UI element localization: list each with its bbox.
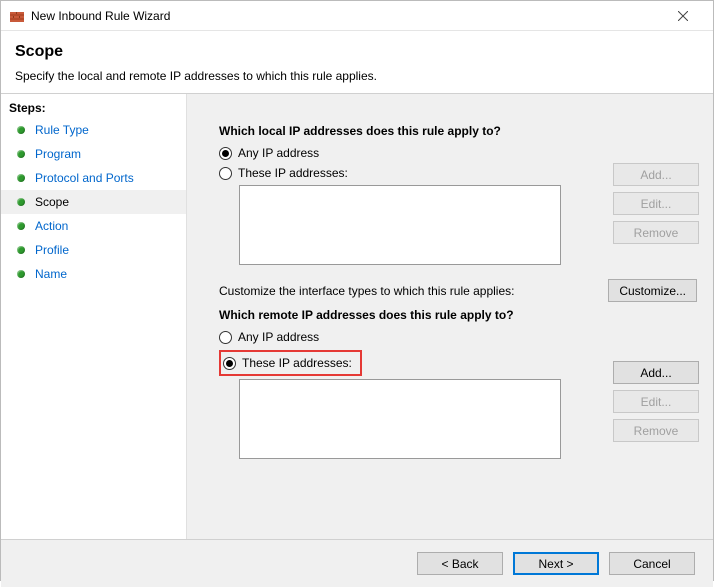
local-edit-button: Edit... [613,192,699,215]
remote-these-radio[interactable]: These IP addresses: [223,354,352,372]
step-profile[interactable]: Profile [1,238,186,262]
radio-label: These IP addresses: [242,356,352,370]
step-rule-type[interactable]: Rule Type [1,118,186,142]
step-name[interactable]: Name [1,262,186,286]
step-label: Profile [35,243,69,257]
remote-ip-list[interactable] [239,379,561,459]
customize-button[interactable]: Customize... [608,279,697,302]
bullet-icon [17,174,25,182]
remote-list-buttons: Add... Edit... Remove [613,361,699,442]
remote-add-button[interactable]: Add... [613,361,699,384]
step-label: Program [35,147,81,161]
back-button[interactable]: < Back [417,552,503,575]
wizard-footer: < Back Next > Cancel [1,539,713,587]
bullet-icon [17,150,25,158]
remote-any-radio[interactable]: Any IP address [219,328,699,346]
step-program[interactable]: Program [1,142,186,166]
steps-heading: Steps: [1,98,186,118]
local-ip-list[interactable] [239,185,561,265]
radio-icon [219,167,232,180]
bullet-icon [17,270,25,278]
bullet-icon [17,246,25,254]
page-title: Scope [15,43,699,61]
step-label: Name [35,267,67,281]
remote-remove-button: Remove [613,419,699,442]
step-scope[interactable]: Scope [1,190,186,214]
firewall-icon [9,8,25,24]
cancel-button[interactable]: Cancel [609,552,695,575]
close-icon [678,11,688,21]
remote-section-title: Which remote IP addresses does this rule… [219,308,699,322]
local-section-title: Which local IP addresses does this rule … [219,124,699,138]
window-title: New Inbound Rule Wizard [31,9,661,23]
page-subtitle: Specify the local and remote IP addresse… [15,69,699,83]
steps-sidebar: Steps: Rule Type Program Protocol and Po… [1,94,187,539]
step-label: Action [35,219,68,233]
wizard-header: Scope Specify the local and remote IP ad… [1,31,713,94]
step-protocol-ports[interactable]: Protocol and Ports [1,166,186,190]
bullet-icon [17,198,25,206]
main-panel: Which local IP addresses does this rule … [187,94,713,539]
bullet-icon [17,222,25,230]
customize-row: Customize the interface types to which t… [219,279,699,302]
local-any-radio[interactable]: Any IP address [219,144,699,162]
step-label: Protocol and Ports [35,171,134,185]
wizard-body: Steps: Rule Type Program Protocol and Po… [1,94,713,539]
local-remove-button: Remove [613,221,699,244]
customize-text: Customize the interface types to which t… [219,284,514,298]
next-button[interactable]: Next > [513,552,599,575]
radio-icon [219,147,232,160]
local-add-button: Add... [613,163,699,186]
step-label: Rule Type [35,123,89,137]
step-label: Scope [35,195,69,209]
radio-label: These IP addresses: [238,166,348,180]
radio-label: Any IP address [238,330,319,344]
local-list-buttons: Add... Edit... Remove [613,163,699,244]
radio-label: Any IP address [238,146,319,160]
remote-edit-button: Edit... [613,390,699,413]
radio-icon [219,331,232,344]
highlight-annotation: These IP addresses: [219,350,362,376]
title-bar: New Inbound Rule Wizard [1,1,713,31]
step-action[interactable]: Action [1,214,186,238]
radio-icon [223,357,236,370]
close-button[interactable] [661,1,705,31]
bullet-icon [17,126,25,134]
